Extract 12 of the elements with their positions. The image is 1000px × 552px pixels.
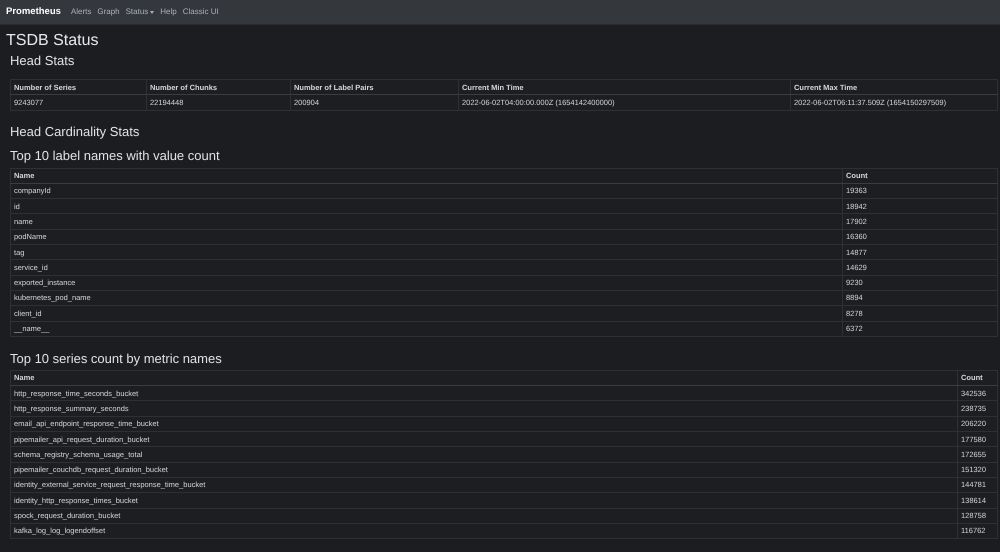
section-heading: Head Cardinality Stats xyxy=(10,124,140,140)
nav-link[interactable]: Status xyxy=(126,6,154,18)
nav-link[interactable]: Classic UI xyxy=(182,6,219,18)
section-heading: Top 10 series count by metric names xyxy=(10,350,223,367)
brand-link[interactable]: Prometheus xyxy=(6,4,61,20)
nav-link[interactable]: Help xyxy=(160,6,177,18)
nav-link[interactable]: Alerts xyxy=(70,6,92,18)
section-heading: Head Stats xyxy=(10,53,76,69)
nav-link[interactable]: Graph xyxy=(97,6,120,18)
section-heading: Top 10 label names with value count xyxy=(10,148,221,164)
caret-icon xyxy=(150,10,154,14)
page-title: TSDB Status xyxy=(6,32,100,50)
